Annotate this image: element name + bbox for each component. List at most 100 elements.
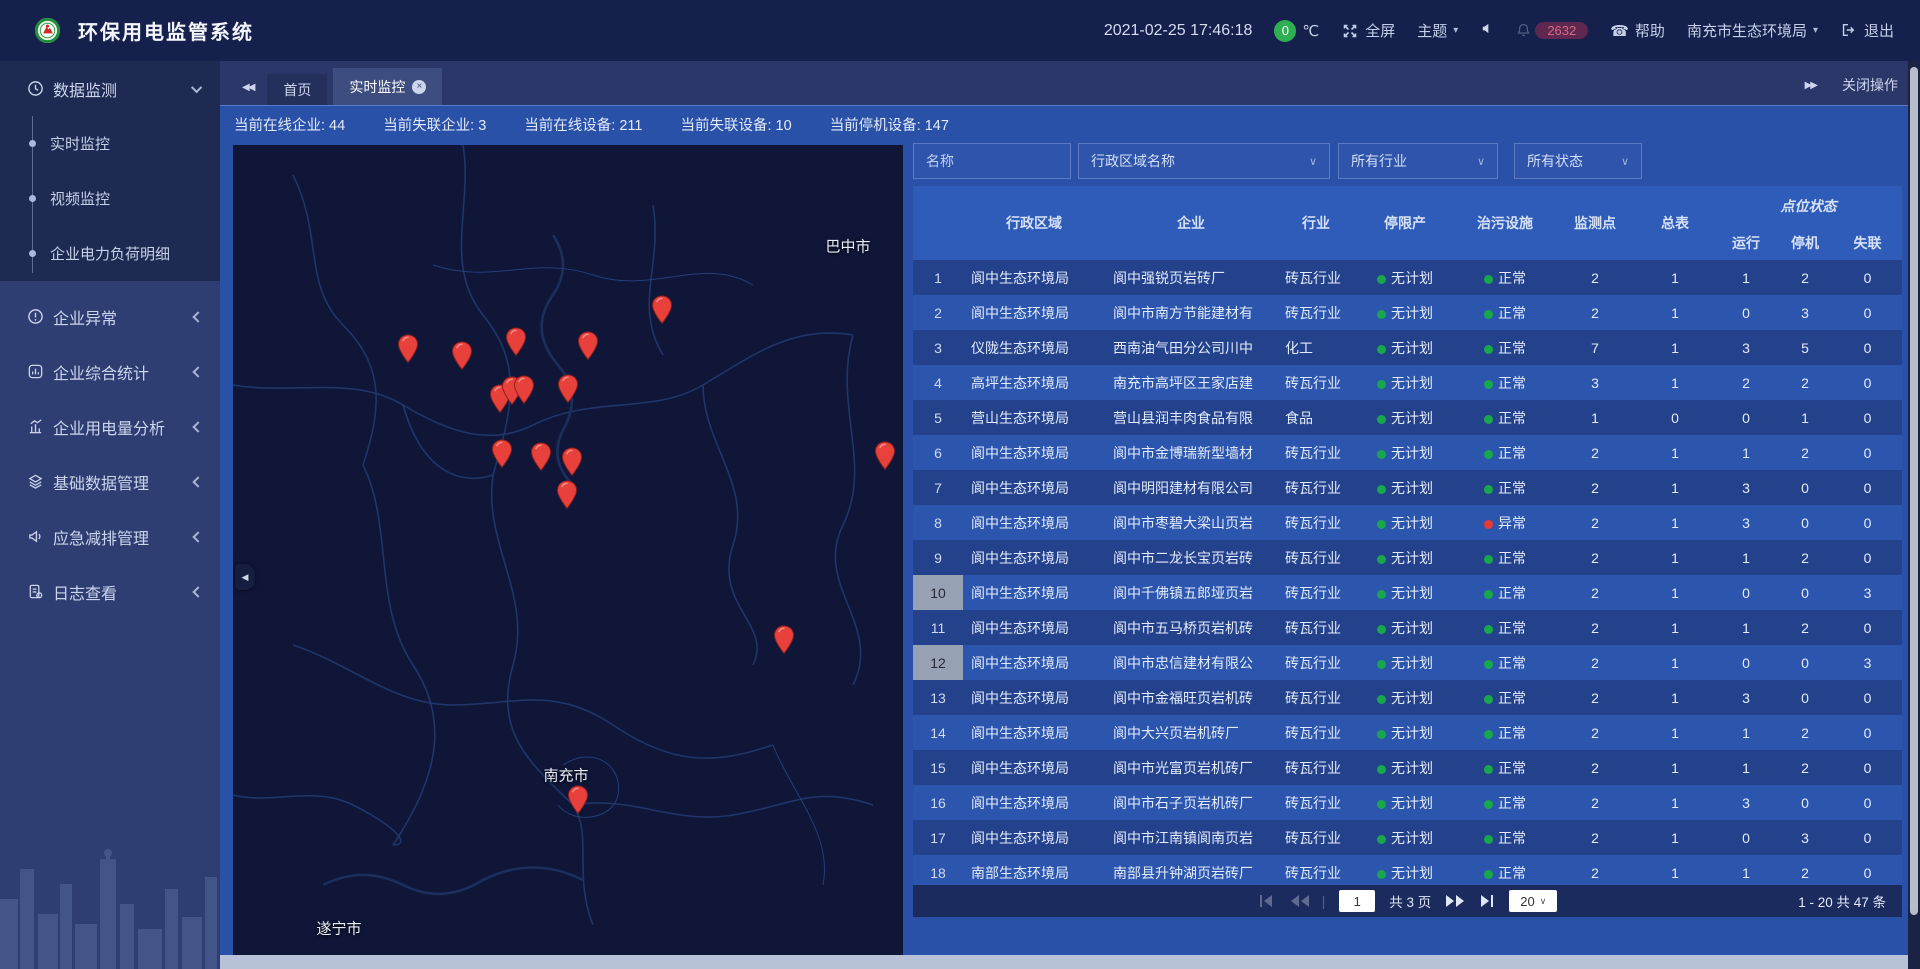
map-collapse-button[interactable]: ◀ — [235, 564, 255, 590]
sidebar-item-data-monitor[interactable]: 数据监测 — [0, 61, 220, 116]
cell-facility: 正常 — [1455, 260, 1555, 295]
prev-page-button[interactable] — [1290, 894, 1308, 908]
cell-industry: 砖瓦行业 — [1277, 680, 1355, 715]
theme-menu[interactable]: 主题 ▾ — [1417, 20, 1458, 41]
col-lost: 失联 — [1833, 226, 1902, 260]
vertical-scrollbar[interactable] — [1908, 61, 1920, 969]
sidebar-item-log-view[interactable]: 日志查看 — [0, 564, 220, 619]
sidebar-item-label: 应急减排管理 — [53, 525, 194, 549]
tab-实时监控[interactable]: 实时监控× — [333, 68, 442, 105]
table-row[interactable]: 18南部生态环境局南部县升钟湖页岩砖厂砖瓦行业无计划正常21120 — [913, 855, 1902, 885]
cell-points: 3 — [1555, 365, 1635, 400]
map-pin-icon[interactable] — [561, 447, 583, 477]
fullscreen-icon — [1341, 22, 1359, 40]
last-page-button[interactable] — [1477, 894, 1495, 908]
close-tab-icon[interactable]: × — [412, 80, 426, 94]
page-number-input[interactable] — [1339, 890, 1375, 912]
table-row[interactable]: 6阆中生态环境局阆中市金博瑞新型墙材砖瓦行业无计划正常21120 — [913, 435, 1902, 470]
table-row[interactable]: 3仪陇生态环境局西南油气田分公司川中化工无计划正常71350 — [913, 330, 1902, 365]
map-pin-icon[interactable] — [451, 341, 473, 371]
industry-filter-select[interactable]: 所有行业 ∨ — [1338, 143, 1498, 179]
map-pin-icon[interactable] — [513, 375, 535, 405]
map-pin-icon[interactable] — [491, 439, 513, 469]
cell-industry: 化工 — [1277, 330, 1355, 365]
map-pin-icon[interactable] — [567, 785, 589, 815]
status-dot-green — [1484, 695, 1493, 704]
map-panel[interactable]: 巴中市南充市遂宁市 ◀ — [233, 145, 903, 956]
cell-facility: 正常 — [1455, 645, 1555, 680]
table-row[interactable]: 16阆中生态环境局阆中市石子页岩机砖厂砖瓦行业无计划正常21300 — [913, 785, 1902, 820]
cell-company: 西南油气田分公司川中 — [1105, 330, 1277, 365]
cell-points: 7 — [1555, 330, 1635, 365]
cell-company: 阆中市石子页岩机砖厂 — [1105, 785, 1277, 820]
theme-label: 主题 — [1417, 20, 1447, 41]
cell-running: 1 — [1715, 260, 1777, 295]
fullscreen-button[interactable]: 全屏 — [1341, 20, 1395, 41]
tabs-scroll-right-button[interactable]: ▶▶ — [1805, 80, 1816, 91]
org-menu[interactable]: 南充市生态环境局 ▾ — [1687, 20, 1818, 41]
table-row[interactable]: 15阆中生态环境局阆中市光富页岩机砖厂砖瓦行业无计划正常21120 — [913, 750, 1902, 785]
status-dot-green — [1377, 590, 1386, 599]
table-row[interactable]: 1阆中生态环境局阆中强锐页岩砖厂砖瓦行业无计划正常21120 — [913, 260, 1902, 295]
sidebar-subitem[interactable]: 实时监控 — [0, 116, 220, 171]
region-filter-value: 行政区域名称 — [1091, 151, 1175, 171]
tabs-scroll-left-button[interactable]: ◀◀ — [220, 82, 267, 105]
cell-region: 高坪生态环境局 — [963, 365, 1105, 400]
map-pin-icon[interactable] — [577, 331, 599, 361]
tab-首页[interactable]: 首页 — [267, 74, 327, 105]
map-pin-icon[interactable] — [651, 295, 673, 325]
table-row[interactable]: 14阆中生态环境局阆中大兴页岩机砖厂砖瓦行业无计划正常21120 — [913, 715, 1902, 750]
status-dot-green — [1484, 590, 1493, 599]
sidebar-item-power-analysis[interactable]: 企业用电量分析 — [0, 399, 220, 454]
page-size-select[interactable]: 20 ∨ — [1509, 890, 1557, 912]
sidebar-item-emergency[interactable]: 应急减排管理 — [0, 509, 220, 564]
table-row[interactable]: 10阆中生态环境局阆中千佛镇五郎垭页岩砖瓦行业无计划正常21003 — [913, 575, 1902, 610]
table-row[interactable]: 8阆中生态环境局阆中市枣碧大梁山页岩砖瓦行业无计划异常21300 — [913, 505, 1902, 540]
sidebar-item-enterprise-abnormal[interactable]: 企业异常 — [0, 289, 220, 344]
table-row[interactable]: 13阆中生态环境局阆中市金福旺页岩机砖砖瓦行业无计划正常21300 — [913, 680, 1902, 715]
table-row[interactable]: 7阆中生态环境局阆中明阳建材有限公司砖瓦行业无计划正常21300 — [913, 470, 1902, 505]
table-row[interactable]: 4高坪生态环境局南充市高坪区王家店建砖瓦行业无计划正常31220 — [913, 365, 1902, 400]
sidebar-subitem[interactable]: 企业电力负荷明细 — [0, 226, 220, 281]
next-page-button[interactable] — [1445, 894, 1463, 908]
map-pin-icon[interactable] — [556, 480, 578, 510]
cell-index: 1 — [913, 260, 963, 295]
table-row[interactable]: 11阆中生态环境局阆中市五马桥页岩机砖砖瓦行业无计划正常21120 — [913, 610, 1902, 645]
horn-icon — [27, 528, 45, 546]
table-row[interactable]: 2阆中生态环境局阆中市南方节能建材有砖瓦行业无计划正常21030 — [913, 295, 1902, 330]
table-row[interactable]: 17阆中生态环境局阆中市江南镇阆南页岩砖瓦行业无计划正常21030 — [913, 820, 1902, 855]
notifications-button[interactable]: 2632 — [1515, 22, 1588, 40]
table-row[interactable]: 9阆中生态环境局阆中市二龙长宝页岩砖砖瓦行业无计划正常21120 — [913, 540, 1902, 575]
status-filter-select[interactable]: 所有状态 ∨ — [1514, 143, 1642, 179]
cell-company: 阆中大兴页岩机砖厂 — [1105, 715, 1277, 750]
status-dot-green — [1377, 870, 1386, 879]
table-row[interactable]: 12阆中生态环境局阆中市忠信建材有限公砖瓦行业无计划正常21003 — [913, 645, 1902, 680]
cell-region: 阆中生态环境局 — [963, 470, 1105, 505]
sidebar-item-base-data[interactable]: 基础数据管理 — [0, 454, 220, 509]
map-pin-icon[interactable] — [397, 334, 419, 364]
first-page-button[interactable] — [1258, 894, 1276, 908]
filter-bar: 行政区域名称 ∨ 所有行业 ∨ 所有状态 ∨ — [913, 143, 1902, 179]
map-pin-icon[interactable] — [505, 327, 527, 357]
sidebar-group-enterprise-stats: 企业综合统计 — [0, 344, 220, 399]
cell-lost: 0 — [1833, 785, 1902, 820]
sidebar-item-enterprise-stats[interactable]: 企业综合统计 — [0, 344, 220, 399]
scrollbar-thumb[interactable] — [1910, 67, 1918, 915]
enterprise-table: 行政区域 企业 行业 停限产 治污设施 监测点 总表 点位状态 运行 停机 失联 — [913, 186, 1902, 885]
help-label: 帮助 — [1635, 20, 1665, 41]
help-button[interactable]: ☎ 帮助 — [1610, 20, 1665, 41]
close-operations-menu[interactable]: 关闭操作 — [1842, 75, 1898, 95]
table-row[interactable]: 5营山生态环境局营山县润丰肉食品有限食品无计划正常10010 — [913, 400, 1902, 435]
name-filter-input[interactable] — [913, 143, 1071, 179]
cell-stopped: 0 — [1777, 505, 1833, 540]
volume-icon[interactable] — [1480, 22, 1493, 39]
cell-company: 阆中市二龙长宝页岩砖 — [1105, 540, 1277, 575]
map-pin-icon[interactable] — [557, 374, 579, 404]
sidebar-subitem[interactable]: 视频监控 — [0, 171, 220, 226]
logout-button[interactable]: 退出 — [1840, 20, 1894, 41]
cell-company: 阆中明阳建材有限公司 — [1105, 470, 1277, 505]
map-pin-icon[interactable] — [874, 441, 896, 471]
map-pin-icon[interactable] — [530, 442, 552, 472]
map-pin-icon[interactable] — [773, 625, 795, 655]
region-filter-select[interactable]: 行政区域名称 ∨ — [1078, 143, 1330, 179]
